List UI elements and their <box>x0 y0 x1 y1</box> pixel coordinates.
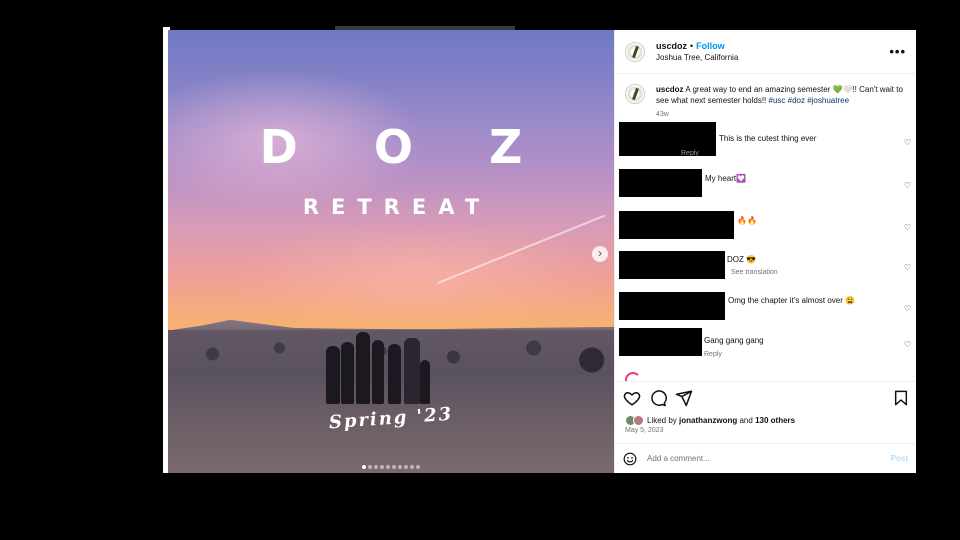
location-link[interactable]: Joshua Tree, California <box>656 52 738 64</box>
comment-text: 🔥🔥 <box>737 216 757 225</box>
post-photo[interactable]: D O Z RETREAT Spring '23 › <box>168 30 614 473</box>
post-modal: D O Z RETREAT Spring '23 › uscdoz • Follow… <box>168 30 916 473</box>
heart-icon[interactable]: ♡ <box>904 138 911 147</box>
comment-text: My heart💟 <box>705 174 747 183</box>
carousel-next-button[interactable]: › <box>592 246 608 262</box>
carousel-dot <box>374 465 378 469</box>
liker-username[interactable]: jonathanzwong <box>679 416 737 425</box>
group-silhouette <box>326 326 434 404</box>
header-separator: • <box>690 41 694 51</box>
carousel-dot <box>416 465 420 469</box>
heart-icon[interactable] <box>623 389 641 407</box>
comments-scroll-area[interactable]: uscdoz A great way to end an amazing sem… <box>615 74 916 381</box>
heart-icon[interactable]: ♡ <box>904 181 911 190</box>
carousel-dot <box>362 465 366 469</box>
post-date: May 5, 2023 <box>625 427 664 434</box>
header-username[interactable]: uscdoz <box>656 41 687 51</box>
comment-item: This is the cutest thing ever Reply ♡ <box>615 122 916 160</box>
avatar[interactable] <box>625 84 645 104</box>
comment-text: Omg the chapter it's almost over 😩 <box>728 296 856 305</box>
carousel-dot <box>404 465 408 469</box>
photo-title-text: D O Z <box>259 120 553 174</box>
post-side-panel: uscdoz • Follow Joshua Tree, California ••… <box>614 30 916 473</box>
more-options-icon[interactable]: ••• <box>889 44 906 59</box>
heart-icon[interactable]: ♡ <box>904 263 911 272</box>
comment-item: 🔥🔥 ♡ <box>615 211 916 249</box>
photo-subtitle-text: RETREAT <box>302 195 492 219</box>
redacted-user-block <box>619 251 725 279</box>
see-translation-link[interactable]: See translation <box>731 269 778 276</box>
comment-reply-link[interactable]: Reply <box>681 150 699 157</box>
redacted-user-block <box>619 169 702 197</box>
post-caption: uscdoz A great way to end an amazing sem… <box>615 74 916 120</box>
caption-body: uscdoz A great way to end an amazing sem… <box>656 84 906 120</box>
post-comment-button[interactable]: Post <box>891 454 908 463</box>
heart-icon[interactable]: ♡ <box>904 223 911 232</box>
comment-text: Gang gang gang <box>704 336 764 345</box>
follow-button[interactable]: Follow <box>696 41 725 51</box>
comment-text: DOZ 😎 <box>727 255 757 264</box>
carousel-dot <box>386 465 390 469</box>
heart-icon[interactable]: ♡ <box>904 304 911 313</box>
comment-icon[interactable] <box>649 389 667 407</box>
likes-joiner: and <box>739 415 753 425</box>
carousel-dot <box>410 465 414 469</box>
comment-reply-link[interactable]: Reply <box>704 351 722 358</box>
bookmark-icon[interactable] <box>894 390 908 406</box>
comment-item: Omg the chapter it's almost over 😩 ♡ <box>615 292 916 330</box>
caption-age: 43w <box>656 111 669 118</box>
carousel-dots <box>168 463 614 469</box>
likes-others-link[interactable]: 130 others <box>755 416 795 425</box>
redacted-user-block <box>619 211 734 239</box>
chevron-right-icon: › <box>598 246 602 260</box>
liker-avatar <box>633 414 644 426</box>
add-comment-input[interactable] <box>647 454 867 463</box>
share-icon[interactable] <box>675 389 693 407</box>
carousel-dot <box>380 465 384 469</box>
redacted-user-block <box>619 122 716 156</box>
redacted-user-block <box>619 328 702 356</box>
comment-item: My heart💟 ♡ <box>615 169 916 207</box>
redacted-user-block <box>619 292 725 320</box>
carousel-dot <box>392 465 396 469</box>
comment-item: Gang gang gang Reply ♡ <box>615 328 916 366</box>
header-names: uscdoz • Follow Joshua Tree, California <box>656 39 738 64</box>
post-actions-bar <box>615 381 916 413</box>
carousel-dot <box>398 465 402 469</box>
comment-item: DOZ 😎 See translation ♡ <box>615 251 916 289</box>
heart-icon[interactable]: ♡ <box>904 340 911 349</box>
likes-prefix: Liked by <box>647 415 677 425</box>
likes-row: Liked by jonathanzwong and 130 others <box>615 413 916 427</box>
load-more-comments-icon[interactable] <box>625 372 641 381</box>
caption-username[interactable]: uscdoz <box>656 85 684 94</box>
caption-hashtags[interactable]: #usc #doz #joshuatree <box>769 96 850 105</box>
comment-text: This is the cutest thing ever <box>719 134 817 143</box>
avatar[interactable] <box>625 41 645 62</box>
carousel-dot <box>368 465 372 469</box>
post-header: uscdoz • Follow Joshua Tree, California ••… <box>615 30 916 74</box>
emoji-icon[interactable] <box>623 452 637 466</box>
add-comment-bar: Post <box>615 443 916 473</box>
likes-text: Liked by jonathanzwong and 130 others <box>647 416 795 425</box>
